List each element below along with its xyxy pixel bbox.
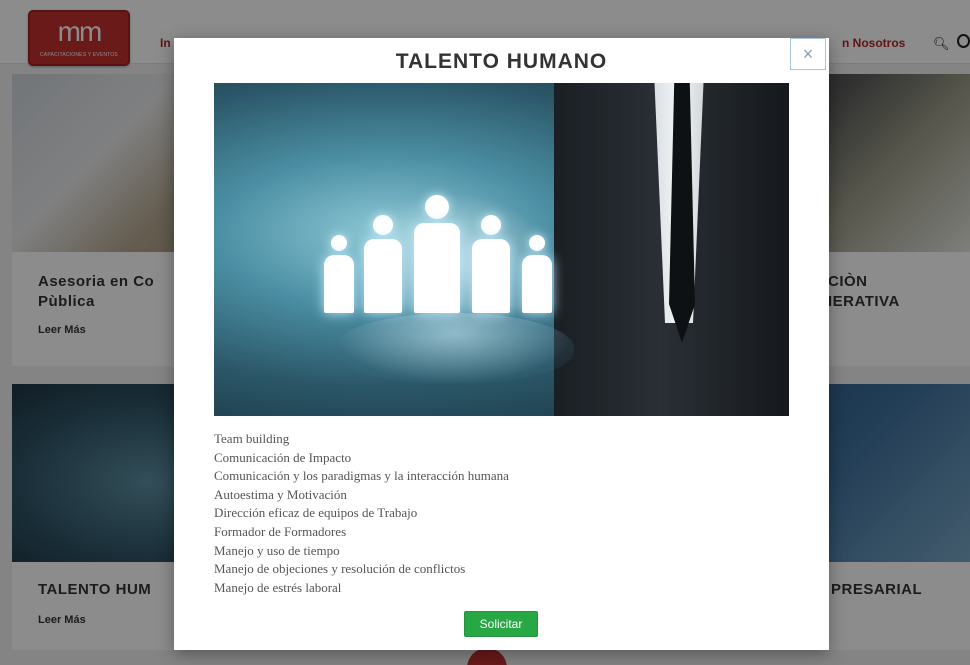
- list-item: Manejo de objeciones y resolución de con…: [214, 561, 466, 577]
- list-item: Manejo de estrés laboral: [214, 579, 342, 595]
- person-icon: [414, 195, 460, 313]
- list-item: Autoestima y Motivación: [214, 486, 347, 502]
- person-icon: [364, 215, 402, 313]
- close-button[interactable]: ×: [790, 38, 826, 70]
- list-item: Formador de Formadores: [214, 523, 347, 539]
- service-modal: TALENTO HUMANO × Team building Comunicac…: [174, 38, 829, 650]
- list-item: Comunicación de Impacto: [214, 449, 352, 465]
- modal-title: TALENTO HUMANO: [395, 50, 608, 73]
- list-item: Dirección eficaz de equipos de Trabajo: [214, 505, 418, 521]
- services-list: Team building Comunicación de Impacto Co…: [214, 430, 774, 597]
- solicitar-button[interactable]: Solicitar: [464, 611, 538, 637]
- close-icon: ×: [802, 44, 814, 64]
- list-item: Team building: [214, 431, 290, 446]
- modal-hero-image: [214, 83, 789, 416]
- list-item: Manejo y uso de tiempo: [214, 542, 340, 558]
- person-icon: [472, 215, 510, 313]
- list-item: Comunicación y los paradigmas y la inter…: [214, 468, 509, 484]
- people-icon-group: [324, 183, 564, 313]
- person-icon: [324, 235, 354, 313]
- hand-shape: [334, 313, 574, 383]
- person-icon: [522, 235, 552, 313]
